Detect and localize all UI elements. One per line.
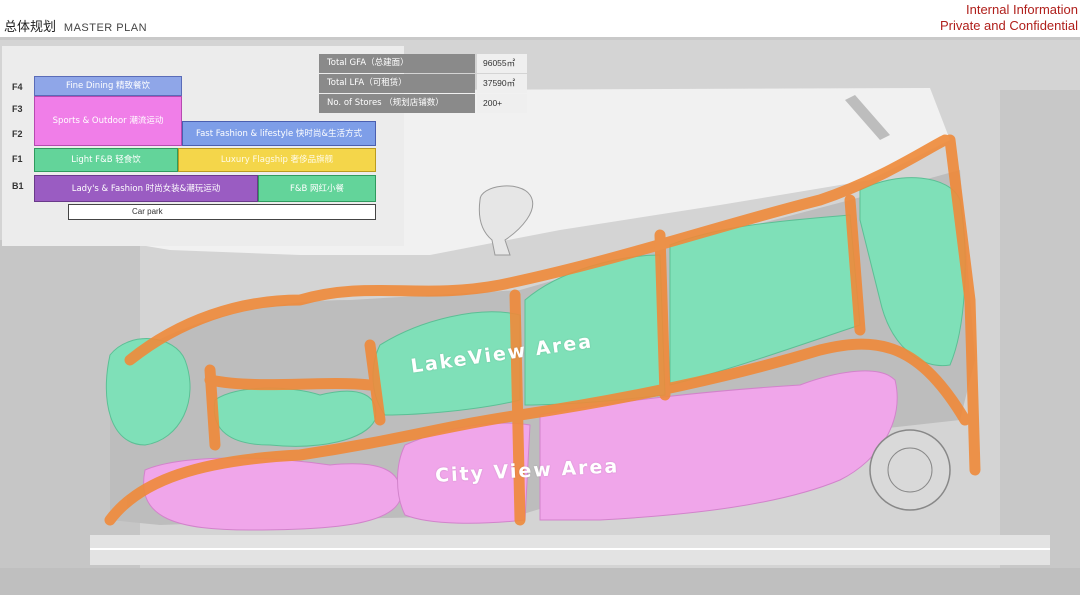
zone-carpark: Car park [132, 207, 163, 216]
stat-value: 37590㎡ [477, 74, 527, 93]
page-header: 总体规划 MASTER PLAN Internal Information Pr… [0, 0, 1080, 40]
floor-label-f4: F4 [12, 82, 23, 92]
path-connector-4 [654, 229, 671, 401]
zone-sports-outdoor: Sports & Outdoor 潮流运动 [34, 96, 182, 146]
path-south-link [204, 374, 376, 391]
floor-label-b1: B1 [12, 181, 24, 191]
stat-label: Total GFA（总建面） [319, 54, 475, 73]
floor-label-f3: F3 [12, 104, 23, 114]
stat-label: No. of Stores （规划店铺数） [319, 94, 475, 113]
floor-label-f2: F2 [12, 129, 23, 139]
round-pavilion [869, 429, 951, 511]
road-centerline [90, 548, 1050, 550]
zone-carpark-box [68, 204, 376, 220]
stat-row-gfa: Total GFA（总建面） 96055㎡ [319, 54, 527, 73]
confidentiality-line-1: Internal Information [965, 2, 1078, 17]
floor-label-f1: F1 [12, 154, 23, 164]
stat-label: Total LFA（可租赁） [319, 74, 475, 93]
stats-table: Total GFA（总建面） 96055㎡ Total LFA（可租赁） 375… [319, 54, 527, 114]
zone-fb-street: F&B 网红小餐 [258, 175, 376, 202]
zone-ladys-fashion: Lady's & Fashion 时尚女装&潮玩运动 [34, 175, 258, 202]
zone-fast-fashion: Fast Fashion & lifestyle 快时尚&生活方式 [182, 121, 376, 146]
south-street [0, 568, 1080, 595]
confidentiality-line-2: Private and Confidential [939, 18, 1078, 33]
stat-value: 200+ [477, 94, 527, 113]
east-district [1000, 90, 1080, 595]
confidentiality-notice: Internal Information Private and Confide… [940, 2, 1078, 34]
page-title: 总体规划 MASTER PLAN [4, 16, 147, 35]
stat-row-stores: No. of Stores （规划店铺数） 200+ [319, 94, 527, 113]
stat-value: 96055㎡ [477, 54, 527, 73]
lakeview-block-south [213, 387, 377, 447]
page-title-cn: 总体规划 [4, 20, 57, 35]
path-west-connector [204, 364, 221, 451]
path-connector-3 [509, 289, 526, 526]
page-title-en: MASTER PLAN [63, 22, 148, 34]
zone-fine-dining: Fine Dining 精致餐饮 [34, 76, 182, 96]
stat-row-lfa: Total LFA（可租赁） 37590㎡ [319, 74, 527, 93]
zone-light-fb: Light F&B 轻食饮 [34, 148, 178, 172]
zone-luxury-flagship: Luxury Flagship 奢侈品旗舰 [178, 148, 376, 172]
